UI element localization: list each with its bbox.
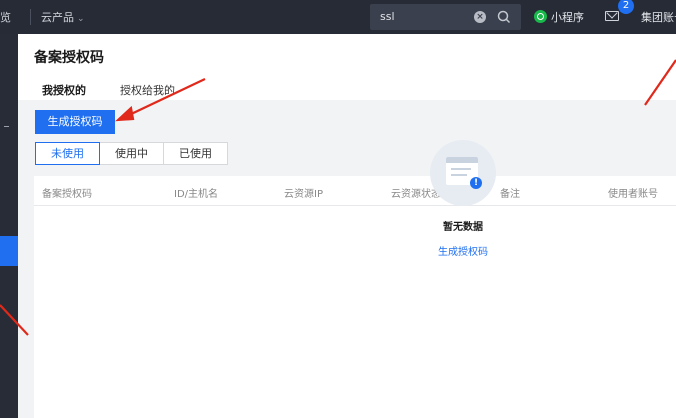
page-title: 备案授权码: [34, 50, 104, 66]
notification-badge: 2: [618, 0, 634, 14]
column-header-hostname: ID/主机名: [174, 189, 219, 200]
account-menu[interactable]: 集团账号: [641, 9, 676, 25]
main-panel: 备案授权码 我授权的 授权给我的 生成授权码 未使用 使用中 已使用 备案授权码…: [18, 34, 676, 418]
document-line: [451, 168, 471, 170]
top-navigation-bar: 览 云产品⌄ ssl × 小程序 2 集团账号: [0, 0, 676, 34]
mail-icon[interactable]: [605, 11, 619, 21]
filter-unused[interactable]: 未使用: [35, 142, 100, 165]
clear-icon[interactable]: ×: [474, 11, 486, 23]
content-area: 生成授权码 未使用 使用中 已使用 备案授权码 ID/主机名 云资源IP 云资源…: [18, 100, 676, 418]
chevron-down-icon: ⌄: [77, 14, 85, 24]
empty-state-text: 暂无数据: [443, 222, 483, 233]
search-icon[interactable]: [496, 9, 512, 25]
generate-code-button[interactable]: 生成授权码: [35, 110, 115, 134]
search-input-value: ssl: [380, 10, 395, 23]
empty-state-generate-link[interactable]: 生成授权码: [416, 243, 510, 258]
mini-program-button[interactable]: 小程序: [534, 9, 584, 25]
search-input[interactable]: ssl ×: [370, 4, 521, 30]
side-nav-active-item[interactable]: [0, 236, 18, 266]
column-header-code: 备案授权码: [42, 189, 92, 200]
mini-program-icon: [534, 10, 547, 23]
alert-icon: !: [470, 177, 482, 189]
side-navigation: [0, 34, 18, 418]
filter-in-use[interactable]: 使用中: [99, 142, 164, 165]
overview-link[interactable]: 览: [0, 9, 11, 25]
document-header: [446, 157, 478, 163]
document-line: [451, 174, 467, 176]
status-filter-group: 未使用 使用中 已使用: [35, 142, 228, 165]
authorization-code-table: 备案授权码 ID/主机名 云资源IP 云资源状态 备注 使用者账号: [34, 176, 676, 418]
table-header: 备案授权码 ID/主机名 云资源IP 云资源状态 备注 使用者账号: [34, 176, 676, 206]
cloud-products-menu[interactable]: 云产品 ⌄: [41, 9, 85, 25]
filter-used[interactable]: 已使用: [163, 142, 228, 165]
empty-data-icon: !: [430, 140, 496, 206]
column-header-remark: 备注: [500, 189, 520, 200]
column-header-user-account: 使用者账号: [608, 189, 658, 200]
column-header-ip: 云资源IP: [284, 189, 323, 200]
side-nav-item[interactable]: [4, 126, 9, 127]
cloud-products-label: 云产品: [41, 11, 74, 24]
mini-program-label: 小程序: [551, 11, 584, 24]
topbar-divider: [30, 9, 31, 25]
